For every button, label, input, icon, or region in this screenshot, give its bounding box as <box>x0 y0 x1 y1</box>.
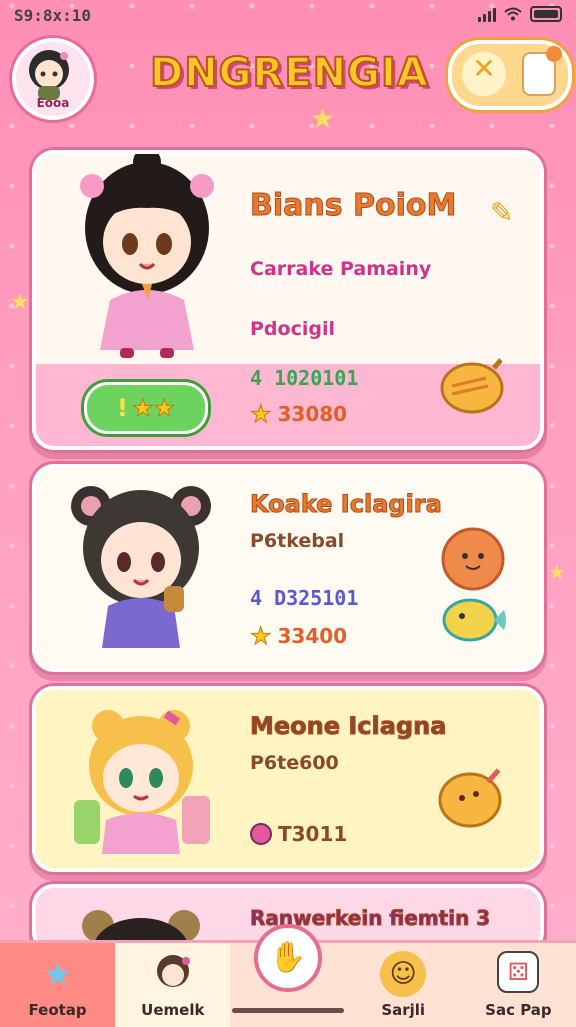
fish-item-icon[interactable] <box>440 592 506 648</box>
character-name: Meone Iclagna <box>249 712 447 741</box>
nav-item-sacpap[interactable]: ⚄ Sac Pap <box>461 943 576 1027</box>
character-card[interactable]: Koake Iclagira P6tkebal 4 D325101 ★ 3340… <box>32 464 544 672</box>
decor-star-icon: ★ <box>310 102 336 135</box>
character-card[interactable]: Meone Iclagna P6te600 T3011 <box>32 686 544 872</box>
nav-label: Uemelk <box>141 1001 205 1019</box>
flower-item-icon[interactable] <box>438 524 508 594</box>
character-code: 4 D325101 <box>250 586 359 610</box>
nav-item-feotap[interactable]: ★ Feotap <box>0 943 116 1027</box>
food-item-icon[interactable] <box>438 348 510 418</box>
nav-label: Feotap <box>28 1001 87 1019</box>
nav-label: Sarjli <box>381 1001 426 1019</box>
smile-icon: ☺ <box>380 951 427 997</box>
nav-item-sarjli[interactable]: ☺ Sarjli <box>346 943 461 1027</box>
star-icon: ★ <box>43 955 72 993</box>
home-indicator <box>232 1008 344 1013</box>
character-illustration <box>74 710 210 854</box>
avatar-icon <box>156 955 190 987</box>
hand-icon[interactable]: ✋ <box>254 924 322 992</box>
star-icon: ★ <box>250 400 272 429</box>
food-item-icon[interactable] <box>436 760 510 832</box>
profile-avatar[interactable]: Eooa <box>12 38 94 120</box>
character-card[interactable]: Bians PoioM ✎ Carrake Pamainy Pdocigil 4… <box>32 150 544 450</box>
wifi-icon <box>504 7 522 21</box>
nav-item-uemelk[interactable]: Uemelk <box>115 943 231 1027</box>
character-code: 4 1020101 <box>250 366 359 390</box>
star-icon: ★ <box>250 622 272 651</box>
gem-icon <box>250 823 272 845</box>
favorite-button[interactable]: ! ★★ <box>84 382 208 434</box>
nav-label: Sac Pap <box>485 1001 552 1019</box>
avatar-label: Eooa <box>36 96 70 110</box>
edit-pencil-icon[interactable]: ✎ <box>490 196 513 229</box>
star-value: 33080 <box>277 402 348 426</box>
character-illustration <box>71 486 211 648</box>
gem-value: T3011 <box>278 822 348 846</box>
decor-star-icon: ★ <box>548 560 566 584</box>
badge-text: ! <box>117 394 128 422</box>
x-icon[interactable]: ✕ <box>462 52 506 96</box>
star-icon: ★★ <box>131 394 175 423</box>
character-name: Koake Iclagira <box>250 490 443 519</box>
character-type: P6tkebal <box>250 530 345 552</box>
star-value: 33400 <box>277 624 348 648</box>
app-title: DNGRENGIA <box>149 49 429 97</box>
character-name: Bians PoioM <box>249 188 457 224</box>
dice-icon: ⚄ <box>497 951 540 993</box>
document-icon[interactable] <box>522 46 562 96</box>
decor-star-icon: ★ <box>10 290 30 315</box>
character-subtitle: Carrake Pamainy <box>250 258 432 280</box>
character-illustration <box>80 154 214 358</box>
star-count: ★ 33400 <box>250 622 348 651</box>
character-type: P6te600 <box>250 752 339 774</box>
gem-count: T3011 <box>250 822 347 846</box>
star-count: ★ 33080 <box>250 400 348 429</box>
character-type: Pdocigil <box>250 318 335 340</box>
status-time: S9:8x:10 <box>14 6 92 25</box>
status-icons <box>478 6 562 22</box>
battery-icon <box>530 6 562 22</box>
cellular-signal-icon <box>478 6 496 22</box>
status-bar: S9:8x:10 <box>0 0 576 34</box>
header-toggle[interactable]: ✕ <box>448 40 572 110</box>
